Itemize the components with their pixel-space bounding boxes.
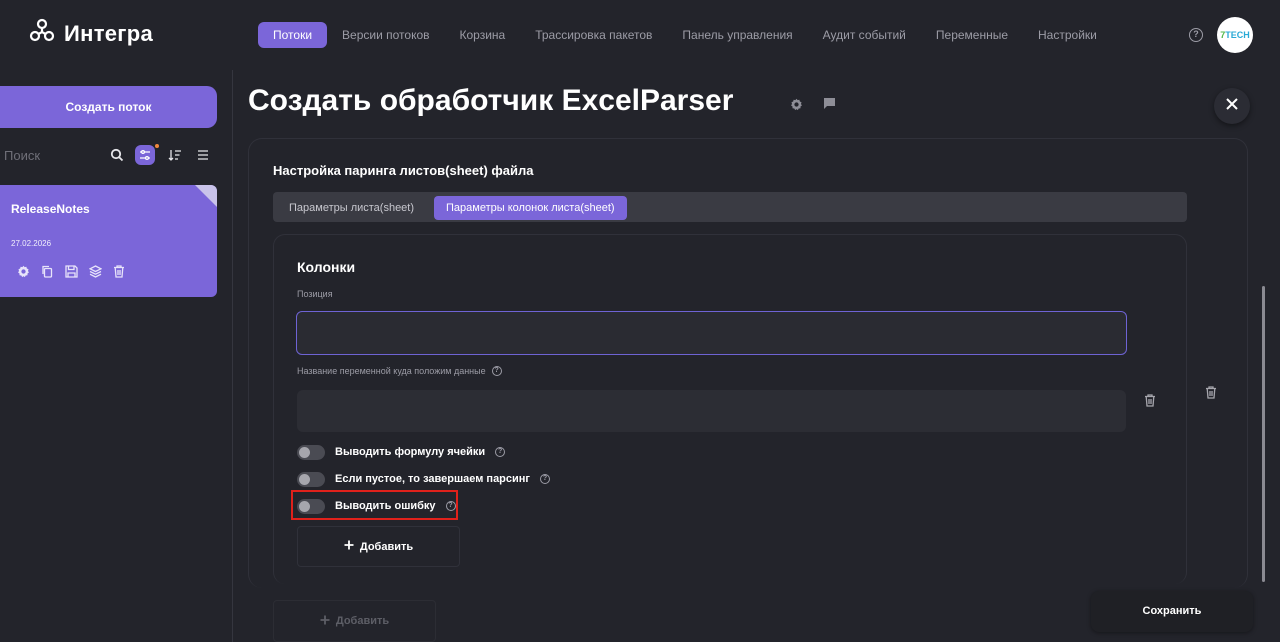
section-title: Настройка паринга листов(sheet) файла xyxy=(273,163,534,178)
add-label: Добавить xyxy=(359,540,414,553)
gear-icon[interactable] xyxy=(15,263,31,279)
filter-icon[interactable] xyxy=(135,145,155,165)
add-column-button[interactable]: Добавить xyxy=(297,526,460,567)
tab-sheet-params[interactable]: Параметры листа(sheet) xyxy=(277,196,426,220)
scrollbar[interactable] xyxy=(1262,140,1266,640)
toggle-label: Выводить формулу ячейки xyxy=(335,446,486,458)
gear-icon[interactable] xyxy=(789,97,803,111)
toggle-row-show-formula: Выводить формулу ячейки ? xyxy=(297,444,506,460)
save-icon[interactable] xyxy=(63,263,79,279)
copy-icon[interactable] xyxy=(39,263,55,279)
search-input[interactable] xyxy=(4,144,99,166)
trash-icon[interactable] xyxy=(1143,393,1157,407)
scrollbar-thumb[interactable] xyxy=(1262,286,1265,582)
add-label: Добавить xyxy=(335,615,390,627)
variable-label: Название переменной куда положим данные … xyxy=(297,366,502,376)
main-nav: Потоки Версии потоков Корзина Трассировк… xyxy=(258,22,1112,48)
trash-icon[interactable] xyxy=(1204,385,1218,399)
help-icon[interactable]: ? xyxy=(491,366,502,376)
close-button[interactable] xyxy=(1214,88,1250,124)
flow-date: 27.02.2026 xyxy=(11,239,52,248)
comment-icon[interactable] xyxy=(822,96,836,110)
position-label-text: Позиция xyxy=(297,289,333,299)
save-button[interactable]: Сохранить xyxy=(1091,591,1253,632)
list-icon[interactable] xyxy=(193,145,213,165)
toggle-stop-if-empty[interactable] xyxy=(297,471,325,487)
nav-item-dashboard[interactable]: Панель управления xyxy=(667,22,807,48)
nav-item-packet-tracing[interactable]: Трассировка пакетов xyxy=(520,22,667,48)
nav-item-settings[interactable]: Настройки xyxy=(1023,22,1112,48)
flow-card[interactable]: ReleaseNotes 27.02.2026 xyxy=(0,185,217,297)
nav-item-variables[interactable]: Переменные xyxy=(921,22,1023,48)
help-icon[interactable]: ? xyxy=(495,447,506,457)
app-name: Интегра xyxy=(64,20,154,46)
position-label: Позиция xyxy=(297,289,333,299)
toggle-label: Если пустое, то завершаем парсинг xyxy=(335,473,531,485)
add-sheet-button[interactable]: Добавить xyxy=(273,600,436,642)
variable-input[interactable] xyxy=(297,390,1126,432)
flow-card-corner xyxy=(195,185,217,207)
help-icon[interactable]: ? xyxy=(1189,28,1203,42)
nav-item-event-audit[interactable]: Аудит событий xyxy=(808,22,921,48)
sidebar: Создать поток ReleaseNotes 27.02.2026 xyxy=(0,70,233,642)
variable-label-text: Название переменной куда положим данные xyxy=(297,366,486,376)
nav-item-flow-versions[interactable]: Версии потоков xyxy=(327,22,444,48)
toggle-show-formula[interactable] xyxy=(297,444,325,460)
close-icon xyxy=(1226,97,1238,115)
top-bar: Интегра Потоки Версии потоков Корзина Тр… xyxy=(0,0,1280,70)
search-icon[interactable] xyxy=(107,145,127,165)
search-row xyxy=(4,144,219,166)
highlight-box xyxy=(291,490,458,520)
tab-column-params[interactable]: Параметры колонок листа(sheet) xyxy=(434,196,627,220)
create-flow-button[interactable]: Создать поток xyxy=(0,86,217,128)
plus-icon xyxy=(344,540,354,553)
columns-title: Колонки xyxy=(297,259,356,275)
toggle-row-stop-if-empty: Если пустое, то завершаем парсинг ? xyxy=(297,471,551,487)
app-logo[interactable]: Интегра xyxy=(28,17,153,50)
nav-item-flows[interactable]: Потоки xyxy=(258,22,328,48)
logo-icon xyxy=(28,17,56,50)
layers-icon[interactable] xyxy=(87,263,103,279)
tabs-bar: Параметры листа(sheet) Параметры колонок… xyxy=(273,192,1187,222)
help-icon[interactable]: ? xyxy=(540,474,551,484)
sort-icon[interactable] xyxy=(165,145,185,165)
flow-actions xyxy=(15,263,127,279)
page-title: Создать обработчик ExcelParser xyxy=(248,84,734,117)
avatar-text: TECH xyxy=(1225,30,1250,40)
avatar[interactable]: 7 TECH xyxy=(1217,17,1253,53)
filter-indicator-dot xyxy=(155,144,159,148)
nav-item-trash[interactable]: Корзина xyxy=(445,22,521,48)
flow-name: ReleaseNotes xyxy=(11,202,90,216)
trash-icon[interactable] xyxy=(111,263,127,279)
position-input[interactable] xyxy=(296,311,1127,355)
plus-icon xyxy=(320,615,330,628)
